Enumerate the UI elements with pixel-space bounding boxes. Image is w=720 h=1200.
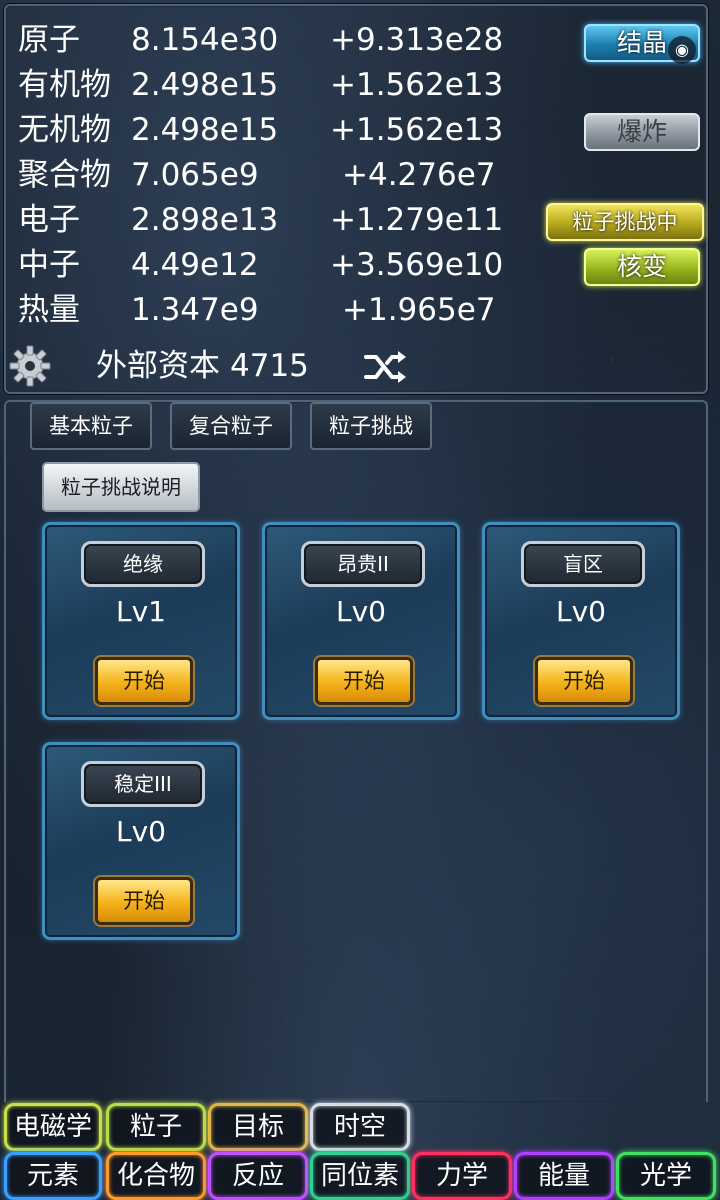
stat-value: 4.49e12 bbox=[131, 247, 259, 283]
external-capital: 外部资本 4715 bbox=[96, 346, 319, 386]
nav-particles[interactable]: 粒子 bbox=[106, 1103, 206, 1151]
fission-button[interactable]: 核变 bbox=[584, 248, 700, 286]
challenge-card: 绝缘 Lv1 开始 bbox=[42, 522, 240, 720]
gear-icon[interactable] bbox=[8, 344, 52, 388]
explode-button[interactable]: 爆炸 bbox=[584, 113, 700, 151]
record-icon[interactable]: ◉ bbox=[668, 36, 696, 64]
stat-name: 无机物 bbox=[18, 112, 111, 148]
challenge-help-button[interactable]: 粒子挑战说明 bbox=[42, 462, 200, 512]
nav-isotopes[interactable]: 同位素 bbox=[310, 1152, 410, 1200]
start-button[interactable]: 开始 bbox=[95, 877, 193, 925]
start-button[interactable]: 开始 bbox=[535, 657, 633, 705]
stat-value: 8.154e30 bbox=[131, 22, 279, 58]
challenge-status-button[interactable]: 粒子挑战中 bbox=[546, 203, 704, 241]
nav-energy[interactable]: 能量 bbox=[514, 1152, 614, 1200]
stat-rate: +3.569e10 bbox=[330, 247, 504, 283]
stat-value: 7.065e9 bbox=[131, 157, 259, 193]
stat-rate: +1.279e11 bbox=[330, 202, 504, 238]
stat-value: 2.498e15 bbox=[131, 112, 279, 148]
nav-elements[interactable]: 元素 bbox=[4, 1152, 102, 1200]
nav-mechanics[interactable]: 力学 bbox=[412, 1152, 512, 1200]
challenge-name: 绝缘 bbox=[81, 541, 205, 587]
start-button[interactable]: 开始 bbox=[95, 657, 193, 705]
stat-name: 中子 bbox=[18, 247, 80, 283]
challenge-card: 稳定III Lv0 开始 bbox=[42, 742, 240, 940]
challenge-card: 昂贵II Lv0 开始 bbox=[262, 522, 460, 720]
challenge-level: Lv0 bbox=[336, 595, 386, 628]
challenge-card: 盲区 Lv0 开始 bbox=[482, 522, 680, 720]
stat-rate: +1.562e13 bbox=[330, 112, 504, 148]
nav-spacetime[interactable]: 时空 bbox=[310, 1103, 410, 1151]
nav-optics[interactable]: 光学 bbox=[616, 1152, 716, 1200]
stat-rate: +4.276e7 bbox=[342, 157, 496, 193]
challenge-level: Lv1 bbox=[116, 595, 166, 628]
challenge-level: Lv0 bbox=[556, 595, 606, 628]
stat-name: 聚合物 bbox=[18, 157, 111, 193]
capital-label: 外部资本 bbox=[96, 348, 220, 384]
stat-rate: +1.562e13 bbox=[330, 67, 504, 103]
nav-reactions[interactable]: 反应 bbox=[208, 1152, 308, 1200]
start-button[interactable]: 开始 bbox=[315, 657, 413, 705]
stat-value: 1.347e9 bbox=[131, 292, 259, 328]
shuffle-icon[interactable] bbox=[364, 348, 408, 386]
stat-name: 热量 bbox=[18, 292, 80, 328]
challenge-name: 昂贵II bbox=[301, 541, 425, 587]
tab-basic-particles[interactable]: 基本粒子 bbox=[30, 402, 152, 450]
stat-name: 电子 bbox=[18, 202, 80, 238]
nav-compounds[interactable]: 化合物 bbox=[106, 1152, 206, 1200]
nav-goals[interactable]: 目标 bbox=[208, 1103, 308, 1151]
stat-rate: +1.965e7 bbox=[342, 292, 496, 328]
stat-value: 2.498e15 bbox=[131, 67, 279, 103]
nav-electromagnetism[interactable]: 电磁学 bbox=[4, 1103, 102, 1151]
stat-value: 2.898e13 bbox=[131, 202, 279, 238]
stat-rate: +9.313e28 bbox=[330, 22, 504, 58]
stat-name: 有机物 bbox=[18, 67, 111, 103]
stat-name: 原子 bbox=[18, 22, 80, 58]
challenge-name: 稳定III bbox=[81, 761, 205, 807]
tab-particle-challenge[interactable]: 粒子挑战 bbox=[310, 402, 432, 450]
challenge-name: 盲区 bbox=[521, 541, 645, 587]
tab-composite-particles[interactable]: 复合粒子 bbox=[170, 402, 292, 450]
challenge-level: Lv0 bbox=[116, 815, 166, 848]
capital-value: 4715 bbox=[230, 348, 309, 384]
